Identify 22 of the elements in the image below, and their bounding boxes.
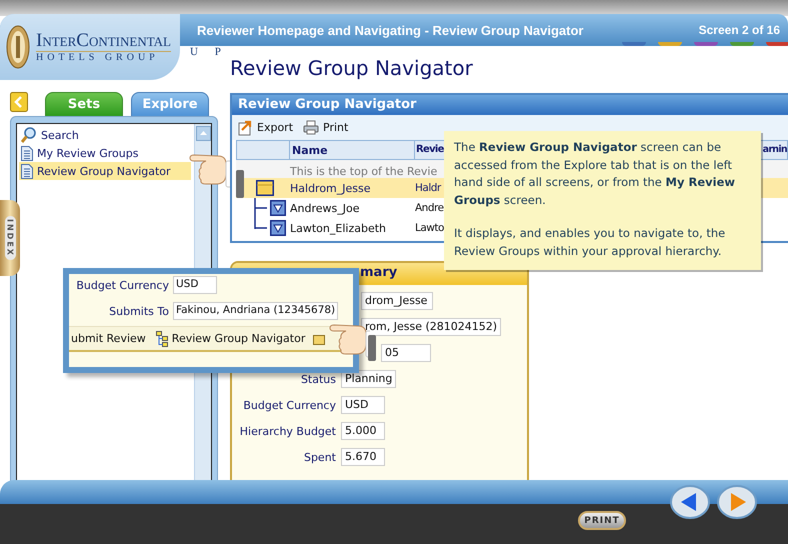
- field-label: Budget Currency: [243, 398, 336, 412]
- lesson-title: Reviewer Homepage and Navigating - Review Group Navigator: [197, 22, 584, 38]
- screen-counter: Screen 2 of 16: [698, 23, 780, 37]
- field-label: Status: [300, 372, 336, 386]
- table-cell: Lawto: [415, 222, 444, 234]
- table-cell: Haldr: [415, 182, 441, 194]
- field-label: Hierarchy Budget: [240, 424, 336, 438]
- field-label: Budget Currency: [76, 278, 169, 292]
- panel-title: Review Group Navigator: [232, 95, 788, 115]
- field-label: Spent: [304, 450, 336, 464]
- table-note: This is the top of the Revie: [290, 165, 438, 178]
- table-cell: Andre: [415, 202, 444, 214]
- table-cell-text: Haldrom_Jesse: [290, 182, 372, 194]
- callout-paragraph: The Review Group Navigator screen can be accessed from the Explore tab that is on the left hand side of all screens, or from the My Review Groups screen.: [454, 139, 736, 208]
- logo-ghost-text: U P: [190, 46, 228, 58]
- page-title: Review Group Navigator: [230, 56, 473, 80]
- table-cell-text: Lawton_Elizabeth: [290, 222, 387, 234]
- logo-subtitle: HOTELS GROUP: [36, 51, 171, 63]
- logo-name: InterContinental: [36, 31, 171, 51]
- callout-paragraph: It displays, and enables you to navigate to, the Review Groups within your approval hierarchy.: [454, 225, 726, 260]
- table-cell-text: Andrews_Joe: [290, 202, 360, 214]
- field-label: Submits To: [109, 304, 169, 318]
